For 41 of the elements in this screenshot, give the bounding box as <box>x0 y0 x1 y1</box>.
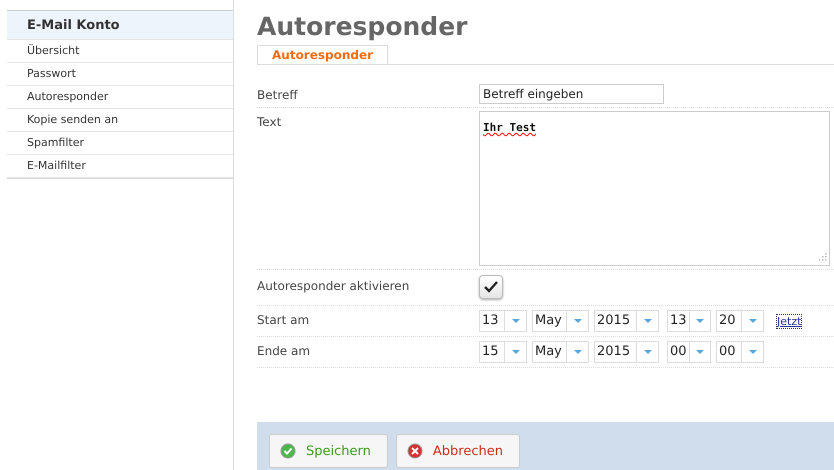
caret-icon <box>696 350 704 354</box>
action-button[interactable]: Abbrechen <box>396 434 520 468</box>
check-icon <box>483 280 499 294</box>
field-label: Betreff <box>257 87 299 102</box>
sidebar-title: E-Mail Konto <box>7 10 233 40</box>
subject-field[interactable]: Betreff eingeben <box>479 84 664 104</box>
sidebar-item[interactable]: Kopie senden an <box>7 109 233 132</box>
dropdown[interactable]: 13 <box>479 310 527 332</box>
field-label: Start am <box>257 312 310 327</box>
sidebar-item[interactable]: Passwort <box>7 63 233 86</box>
text-area[interactable]: Ihr Test <box>479 111 830 266</box>
caret-icon <box>574 350 582 354</box>
dropdown[interactable]: May <box>532 310 589 332</box>
sidebar-item[interactable]: Autoresponder <box>7 86 233 109</box>
check-icon <box>280 443 296 459</box>
dropdown[interactable]: 00 <box>716 341 764 363</box>
dropdown[interactable]: 2015 <box>594 341 659 363</box>
caret-icon <box>644 350 652 354</box>
dropdown[interactable]: 2015 <box>594 310 659 332</box>
field-label: Autoresponder aktivieren <box>257 278 410 293</box>
dropdown[interactable]: 00 <box>667 341 711 363</box>
caret-icon <box>696 318 704 324</box>
checkbox[interactable] <box>479 275 503 299</box>
sidebar-item[interactable]: Spamfilter <box>7 132 233 155</box>
caret-icon <box>574 318 582 324</box>
cancel-icon <box>406 443 423 459</box>
caret-icon <box>512 350 520 354</box>
caret-icon <box>748 350 756 354</box>
page-title: Autoresponder <box>257 12 468 41</box>
dropdown[interactable]: 20 <box>716 310 764 332</box>
field-label: Text <box>257 114 282 129</box>
dropdown[interactable]: 13 <box>667 310 711 332</box>
caret-icon <box>512 318 520 324</box>
sidebar-item[interactable]: Übersicht <box>7 40 233 63</box>
resize-grip-icon[interactable] <box>817 253 827 263</box>
now-link[interactable]: Jetzt <box>777 314 802 328</box>
field-label: Ende am <box>257 343 312 358</box>
caret-icon <box>748 318 756 324</box>
dropdown[interactable]: 15 <box>479 341 527 363</box>
dropdown[interactable]: May <box>532 341 589 363</box>
caret-icon <box>644 318 652 324</box>
